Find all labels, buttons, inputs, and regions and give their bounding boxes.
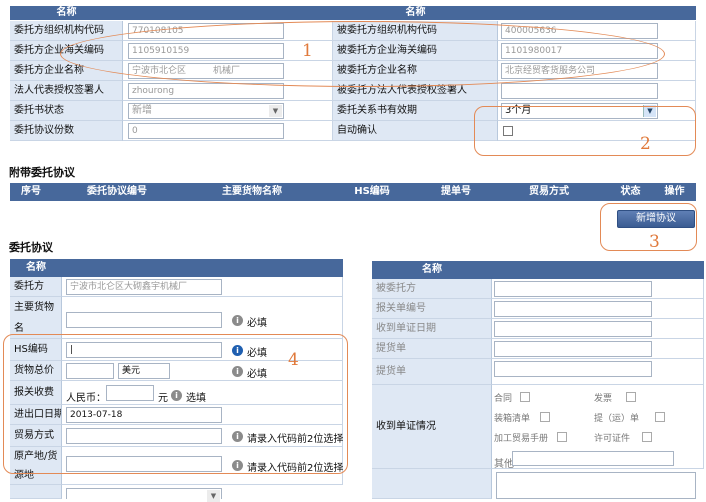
doc-label: 加工贸易手册 (494, 434, 549, 444)
delegation-status-select[interactable]: 新增 ▼ (128, 103, 284, 119)
top-header-left: 名称 (10, 6, 123, 20)
goods-name-label: 主要货物名称 (10, 297, 62, 339)
right-form-label: 报关单编号 (372, 299, 492, 319)
agreement-left-header: 名称 (10, 259, 62, 277)
top-left-label: 委托协议份数 (10, 121, 123, 141)
right-form-input[interactable] (494, 301, 652, 317)
right-form-label: 提货单 (372, 339, 492, 359)
doc-checkbox[interactable] (520, 392, 530, 402)
right-form-input[interactable] (494, 321, 652, 337)
annotation-label-2: 2 (640, 134, 651, 154)
doc-checkbox[interactable] (626, 392, 636, 402)
top-header-right: 名称 (333, 6, 498, 20)
col-action: 操作 (664, 186, 685, 197)
annotation-label-4: 4 (288, 350, 299, 370)
agreement-left-header-bar (62, 259, 343, 277)
right-form-input[interactable] (494, 361, 652, 377)
other-label: 其他 (494, 459, 514, 470)
attached-section-title: 附带委托协议 (9, 166, 75, 179)
doc-label: 提（运）单 (594, 414, 640, 424)
top-header-gap-left (123, 6, 333, 20)
remarks-box[interactable] (496, 472, 696, 499)
right-form-label: 收到单证日期 (372, 319, 492, 339)
extra-row-select[interactable]: ▼ (66, 488, 222, 502)
remarks-label (372, 469, 492, 499)
col-goods-name: 主要货物名称 (222, 186, 282, 197)
goods-required-note: 必填 (247, 318, 267, 329)
doc-label: 装箱清单 (494, 414, 531, 424)
consignor-input[interactable]: 宁波市北仑区大砌鑫宇机械厂 (66, 279, 222, 295)
doc-checkbox[interactable] (655, 412, 665, 422)
col-seq: 序号 (21, 186, 41, 197)
doc-checkbox[interactable] (540, 412, 550, 422)
agreement-right-header-bar (492, 261, 704, 279)
top-header-gap-right (498, 6, 696, 20)
right-form-label: 被委托方 (372, 279, 492, 299)
doc-label: 发票 (594, 394, 613, 404)
doc-checkbox[interactable] (557, 432, 567, 442)
other-input[interactable] (512, 451, 674, 466)
docs-received-label: 收到单证情况 (372, 385, 492, 469)
col-status: 状态 (620, 186, 641, 197)
col-bl-no: 提单号 (441, 186, 471, 197)
chevron-down-icon: ▼ (207, 490, 220, 502)
top-right-input[interactable] (501, 83, 658, 99)
col-hs-code: HS编码 (354, 186, 390, 197)
info-icon: i (232, 315, 243, 326)
annotation-label-3: 3 (649, 232, 660, 252)
top-left-label: 委托书状态 (10, 101, 123, 121)
doc-label: 合同 (494, 394, 513, 404)
agreement-right-header: 名称 (372, 261, 492, 279)
chevron-down-icon: ▼ (269, 105, 282, 117)
consignor-label: 委托方 (10, 277, 62, 297)
doc-checkbox[interactable] (642, 432, 652, 442)
extra-row-label (10, 485, 62, 499)
top-left-input[interactable]: zhourong (128, 83, 284, 99)
col-trade-mode: 贸易方式 (529, 186, 569, 197)
right-form-input[interactable] (494, 341, 652, 357)
annotation-ellipse-1 (60, 21, 665, 87)
doc-label: 许可证件 (594, 434, 631, 444)
attached-table-header: 序号 委托协议编号 主要货物名称 HS编码 提单号 贸易方式 状态 操作 (10, 183, 696, 201)
agreement-copies-input[interactable]: 0 (128, 123, 284, 139)
right-form-label: 提货单 (372, 359, 492, 385)
right-form-input[interactable] (494, 281, 652, 297)
goods-name-input[interactable] (66, 312, 222, 328)
annotation-label-1: 1 (302, 41, 313, 61)
agreement-section-title: 委托协议 (9, 241, 53, 254)
top-left-label: 法人代表授权签署人 (10, 81, 123, 101)
col-agreement-no: 委托协议编号 (87, 186, 147, 197)
annotation-box-2 (474, 106, 696, 156)
